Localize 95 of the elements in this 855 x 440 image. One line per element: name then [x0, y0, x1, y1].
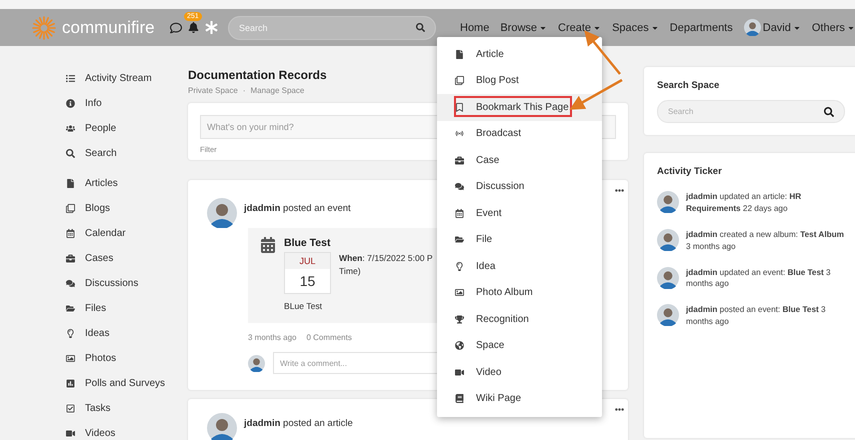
bell-icon[interactable]: [188, 22, 199, 33]
event-caption: BLue Test: [284, 301, 324, 311]
people-icon: [66, 124, 75, 133]
folder-icon: [66, 304, 75, 313]
document-icon: [455, 50, 464, 59]
calendar-icon: [455, 208, 464, 218]
briefcase-icon: [66, 254, 75, 263]
signal-waves-icon: [455, 129, 464, 138]
space-title: Documentation Records: [188, 68, 327, 82]
sidebar-item[interactable]: Info: [66, 91, 172, 116]
user-avatar: [744, 19, 761, 36]
menu-item[interactable]: Bookmark This Page: [437, 94, 602, 120]
day-number: 15: [300, 272, 316, 291]
activity-text: jdadmin updated an event: Blue Test 3 months ago: [686, 266, 832, 290]
sidebar-item[interactable]: People: [66, 116, 172, 141]
card-title: Search Space: [657, 80, 720, 91]
user-avatar: [248, 354, 265, 372]
post-time: 3 months ago: [248, 333, 296, 342]
user-avatar: [207, 198, 237, 228]
chat-bubbles-icon: [66, 279, 75, 288]
user-avatar: [657, 191, 679, 213]
sidebar-item[interactable]: Activity Stream: [66, 66, 172, 91]
search-icon[interactable]: [416, 23, 425, 32]
lightbulb-icon: [66, 329, 75, 338]
chat-bubbles-icon: [455, 182, 464, 192]
nav-link[interactable]: David: [744, 19, 801, 36]
video-camera-icon: [66, 429, 75, 438]
menu-item[interactable]: Event: [437, 200, 602, 226]
sidebar-item[interactable]: Files: [66, 296, 172, 321]
nav-link[interactable]: Spaces: [612, 22, 659, 34]
menu-item[interactable]: Article: [437, 41, 602, 68]
sidebar-item[interactable]: Ideas: [66, 321, 172, 346]
event-when: When: 7/15/2022 5:00 P: [339, 253, 433, 263]
event-title[interactable]: Blue Test: [284, 237, 331, 249]
menu-item[interactable]: Wiki Page: [437, 386, 602, 412]
menu-item[interactable]: File: [437, 226, 602, 253]
menu-item[interactable]: Photo Album: [437, 280, 602, 306]
lightbulb-icon: [455, 262, 464, 271]
activity-text: jdadmin updated an article: HR Requirements 22 days ago: [686, 191, 802, 215]
bar-chart-icon: [66, 379, 75, 388]
info-icon: [66, 99, 75, 108]
menu-item[interactable]: Idea: [437, 253, 602, 280]
calendar-icon: [66, 229, 75, 238]
sidebar-item[interactable]: Calendar: [66, 221, 172, 246]
sidebar-item[interactable]: Videos: [66, 421, 172, 440]
post-headline: jdadmin posted an event: [244, 203, 351, 214]
month-label: JUL: [285, 253, 330, 269]
menu-item[interactable]: Discussion: [437, 174, 602, 200]
nav-link[interactable]: Create: [558, 22, 602, 34]
nav-link[interactable]: Browse: [500, 22, 548, 34]
sidebar-item[interactable]: Discussions: [66, 271, 172, 296]
sidebar-item[interactable]: Photos: [66, 346, 172, 371]
sidebar-item[interactable]: Blogs: [66, 196, 172, 221]
user-avatar: [657, 266, 679, 289]
globe-icon: [455, 341, 464, 350]
trophy-icon: [455, 314, 464, 324]
folder-icon: [455, 235, 464, 244]
sidebar-item[interactable]: Polls and Surveys: [66, 371, 172, 396]
nav-link[interactable]: Departments: [670, 22, 733, 34]
video-camera-icon: [455, 368, 464, 377]
nav-link[interactable]: Home: [460, 22, 490, 34]
comments-link[interactable]: 0 Comments: [306, 333, 352, 342]
sidebar-item[interactable]: Cases: [66, 246, 172, 271]
annotation-arrow: [569, 78, 623, 110]
list-icon: [66, 74, 75, 83]
calendar-icon: [260, 237, 276, 253]
copy-icon: [66, 204, 75, 213]
activity-text: jdadmin posted an event: Blue Test 3 months ago: [686, 304, 827, 328]
menu-item[interactable]: Blog Post: [437, 68, 602, 94]
event-when-continued: Time): [339, 266, 362, 276]
activity-text: jdadmin created a new album: Test Album 3 months ago: [686, 228, 845, 253]
briefcase-icon: [455, 156, 464, 165]
sunburst-logo-icon: [32, 16, 56, 40]
document-icon: [66, 179, 75, 188]
image-icon: [455, 288, 464, 298]
menu-item[interactable]: Case: [437, 147, 602, 174]
search-icon: [66, 149, 75, 158]
sidebar-item[interactable]: Articles: [66, 171, 172, 196]
chat-icon[interactable]: [170, 22, 182, 34]
menu-item[interactable]: Recognition: [437, 306, 602, 332]
post-headline: jdadmin posted an article: [244, 418, 353, 429]
user-avatar: [657, 304, 679, 326]
bookmark-icon: [455, 102, 464, 112]
card-title: Activity Ticker: [657, 166, 723, 177]
user-avatar: [657, 228, 679, 251]
separator-dot: ·: [242, 86, 246, 95]
copy-icon: [455, 76, 464, 86]
nav-link[interactable]: Others: [812, 22, 855, 34]
checkbox-icon: [66, 404, 75, 413]
search-icon[interactable]: [824, 106, 834, 116]
image-icon: [66, 354, 75, 363]
sidebar-item[interactable]: Tasks: [66, 396, 172, 421]
book-icon: [455, 394, 464, 404]
user-avatar: [207, 413, 237, 440]
sidebar-item[interactable]: Search: [66, 141, 172, 166]
